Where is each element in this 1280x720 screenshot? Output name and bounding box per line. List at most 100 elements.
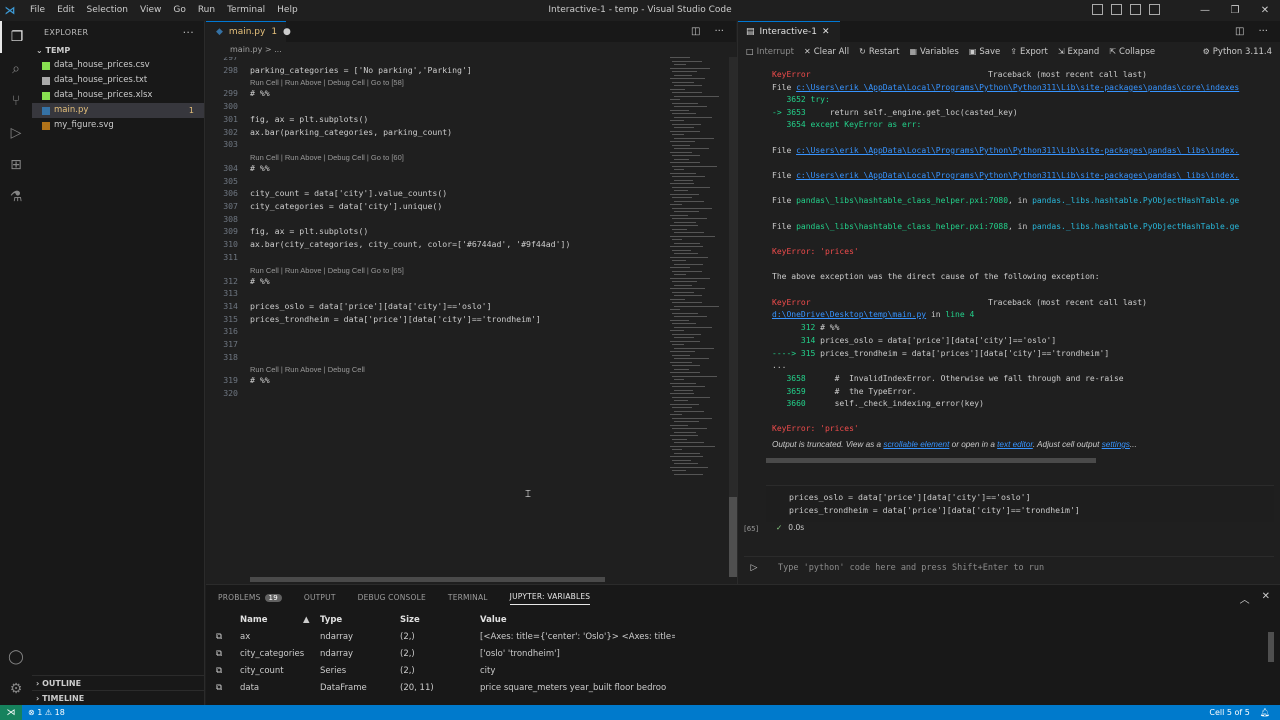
breadcrumb[interactable]: main.py > ... — [206, 42, 736, 57]
code-line[interactable]: 318 — [206, 351, 666, 364]
code-line[interactable]: 314 prices_oslo = data['price'][data['cit… — [206, 300, 666, 313]
code-line[interactable]: 304 # %% — [206, 162, 666, 175]
more-actions-icon[interactable]: ··· — [1258, 26, 1268, 37]
code-line[interactable]: 313 — [206, 287, 666, 300]
account-icon[interactable]: ◯ — [0, 641, 32, 673]
toggle-sidebar-icon[interactable] — [1092, 4, 1103, 15]
code-line[interactable]: 305 — [206, 175, 666, 188]
code-line[interactable]: 298 parking_categories = ['No parking','P… — [206, 64, 666, 77]
input-placeholder[interactable]: Type 'python' code here and press Shift+… — [778, 563, 1044, 573]
unsaved-dot-icon[interactable]: ● — [283, 27, 291, 37]
minimize-button[interactable]: — — [1190, 0, 1220, 21]
code-line[interactable]: 308 — [206, 213, 666, 226]
cell-code[interactable]: prices_oslo = data['price'][data['city']… — [766, 486, 1274, 522]
problems-status[interactable]: ⊗ 1 ⚠ 18 — [22, 708, 65, 717]
code-line[interactable]: 300 — [206, 100, 666, 113]
file-item[interactable]: data_house_prices.txt — [32, 73, 204, 88]
code-area[interactable]: 297 298 parking_categories = ['No parking'… — [206, 57, 666, 584]
settings-link[interactable]: settings — [1102, 440, 1130, 449]
column-header-name[interactable]: Name — [240, 612, 326, 629]
toggle-secondary-sidebar-icon[interactable] — [1130, 4, 1141, 15]
panel-scrollbar[interactable] — [1268, 632, 1274, 662]
table-row[interactable]: ⧉ city_categories ndarray (2,) ['oslo' '… — [206, 646, 676, 663]
close-window-button[interactable]: ✕ — [1250, 0, 1280, 21]
tab-problems[interactable]: PROBLEMS 19 — [218, 593, 282, 602]
testing-icon[interactable]: ⚗ — [0, 181, 32, 213]
source-control-icon[interactable]: ⑂ — [0, 85, 32, 117]
show-data-viewer-icon[interactable]: ⧉ — [216, 646, 230, 663]
settings-gear-icon[interactable]: ⚙ — [0, 673, 32, 705]
code-line[interactable]: 309 fig, ax = plt.subplots() — [206, 225, 666, 238]
remote-icon[interactable]: ⋊ — [0, 705, 22, 720]
cell-position[interactable]: Cell 5 of 5 — [1209, 708, 1249, 717]
code-line[interactable]: 311 — [206, 251, 666, 264]
scrollable-element-link[interactable]: scrollable element — [883, 440, 949, 449]
traceback-link[interactable]: c:\Users\erik_\AppData\Local\Programs\Py… — [796, 146, 1239, 155]
executed-cell[interactable]: prices_oslo = data['price'][data['city']… — [744, 485, 1274, 533]
maximize-button[interactable]: ❐ — [1220, 0, 1250, 21]
menu-selection[interactable]: Selection — [81, 0, 134, 21]
menu-help[interactable]: Help — [271, 0, 304, 21]
traceback-link[interactable]: c:\Users\erik_\AppData\Local\Programs\Py… — [796, 83, 1239, 92]
outline-section[interactable]: › OUTLINE — [32, 675, 205, 690]
output-scrollbar[interactable] — [766, 458, 1096, 463]
expand-button[interactable]: ⇲ Expand — [1058, 47, 1100, 57]
editor-horizontal-scrollbar[interactable] — [250, 577, 605, 582]
file-item[interactable]: data_house_prices.xlsx — [32, 88, 204, 103]
tab-output[interactable]: OUTPUT — [304, 593, 336, 602]
show-data-viewer-icon[interactable]: ⧉ — [216, 629, 230, 646]
show-data-viewer-icon[interactable]: ⧉ — [216, 663, 230, 680]
run-debug-icon[interactable]: ▷ — [0, 117, 32, 149]
table-row[interactable]: ⧉ ax ndarray (2,) [<Axes: title={'center… — [206, 629, 676, 646]
variables-button[interactable]: ▦ Variables — [909, 47, 958, 57]
toggle-panel-icon[interactable] — [1111, 4, 1122, 15]
more-actions-icon[interactable]: ··· — [714, 26, 724, 37]
customize-layout-icon[interactable] — [1149, 4, 1160, 15]
timeline-section[interactable]: › TIMELINE — [32, 690, 205, 705]
clear-all-button[interactable]: ✕ Clear All — [804, 47, 849, 57]
code-line[interactable]: 316 — [206, 325, 666, 338]
restart-button[interactable]: ↻ Restart — [859, 47, 899, 57]
code-line[interactable]: 299 # %% — [206, 87, 666, 100]
traceback-link[interactable]: c:\Users\erik_\AppData\Local\Programs\Py… — [796, 171, 1239, 180]
folder-temp[interactable]: ⌄ TEMP — [32, 43, 204, 58]
search-icon[interactable]: ⌕ — [0, 53, 32, 85]
menu-view[interactable]: View — [134, 0, 167, 21]
export-button[interactable]: ⇪ Export — [1010, 47, 1048, 57]
tab-jupyter-variables[interactable]: JUPYTER: VARIABLES — [509, 590, 591, 605]
menu-edit[interactable]: Edit — [51, 0, 80, 21]
run-cell-icon[interactable]: ▷ — [744, 563, 764, 573]
column-header-size[interactable]: Size — [400, 612, 470, 629]
traceback-link[interactable]: d:\OneDrive\Desktop\temp\main.py — [772, 310, 926, 319]
file-item[interactable]: my_figure.svg — [32, 118, 204, 133]
minimap[interactable] — [666, 57, 730, 557]
menu-go[interactable]: Go — [167, 0, 191, 21]
show-data-viewer-icon[interactable]: ⧉ — [216, 680, 230, 697]
code-line[interactable]: 312 # %% — [206, 275, 666, 288]
table-row[interactable]: ⧉ data DataFrame (20, 11) price square_m… — [206, 680, 676, 697]
file-item-active[interactable]: main.py 1 — [32, 103, 204, 118]
interactive-input[interactable]: ▷ Type 'python' code here and press Shif… — [744, 556, 1274, 578]
column-header-value[interactable]: Value — [480, 612, 675, 629]
explorer-icon[interactable]: ❐ — [0, 21, 32, 53]
collapse-button[interactable]: ⇱ Collapse — [1109, 47, 1155, 57]
notifications-bell-icon[interactable]: 🔔︎ — [1260, 708, 1270, 717]
code-line[interactable]: 307 city_categories = data['city'].unique… — [206, 200, 666, 213]
tab-terminal[interactable]: TERMINAL — [448, 593, 488, 602]
menu-terminal[interactable]: Terminal — [221, 0, 271, 21]
split-editor-icon[interactable]: ◫ — [1235, 26, 1244, 37]
interrupt-button[interactable]: □ Interrupt — [746, 47, 794, 57]
tab-debug-console[interactable]: DEBUG CONSOLE — [358, 593, 426, 602]
file-item[interactable]: data_house_prices.csv — [32, 58, 204, 73]
code-line[interactable]: 320 — [206, 387, 666, 400]
maximize-panel-icon[interactable]: ︿ — [1240, 591, 1250, 606]
code-line[interactable]: 310 ax.bar(city_categories, city_count, c… — [206, 238, 666, 251]
kernel-picker[interactable]: ⚙ Python 3.11.4 — [1203, 47, 1280, 57]
more-actions-icon[interactable]: ··· — [183, 26, 194, 39]
code-line[interactable]: 303 — [206, 138, 666, 151]
tab-interactive-1[interactable]: ▤ Interactive-1 ✕ — [738, 21, 840, 42]
column-header-type[interactable]: Type — [320, 612, 390, 629]
code-line[interactable]: 301 fig, ax = plt.subplots() — [206, 113, 666, 126]
code-line[interactable]: 302 ax.bar(parking_categories, parking_co… — [206, 126, 666, 139]
save-button[interactable]: ▣ Save — [969, 47, 1000, 57]
